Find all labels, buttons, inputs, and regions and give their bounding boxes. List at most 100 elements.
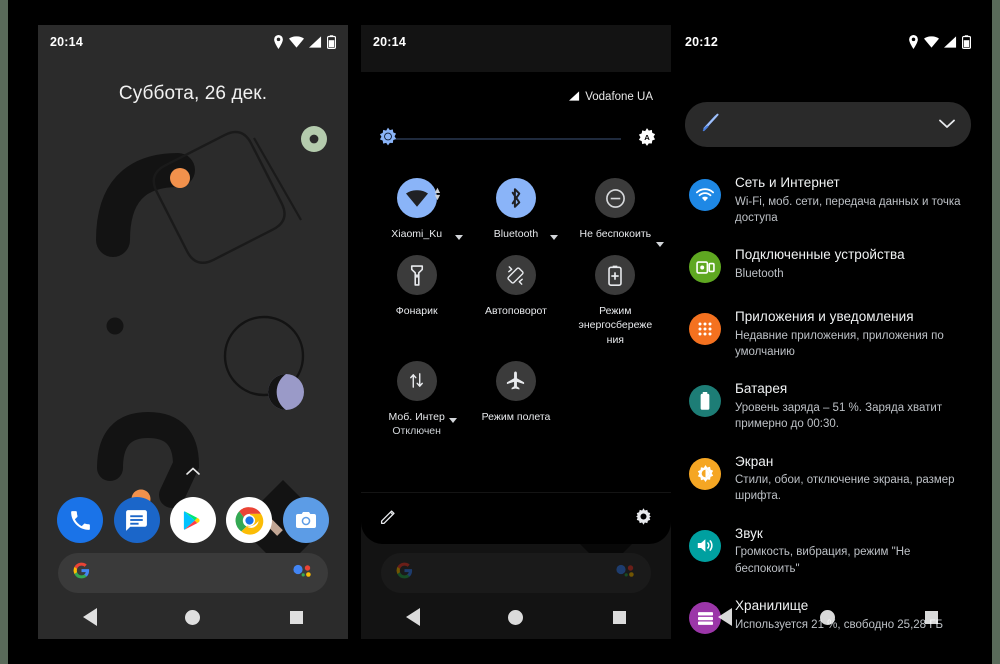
status-bar: 20:14 xyxy=(361,25,671,59)
google-assistant-icon[interactable] xyxy=(292,564,314,583)
qs-tile-auto-rotate[interactable]: Автоповорот xyxy=(466,251,565,347)
phone-home-screen: Суббота, 26 дек. 20:14 xyxy=(38,25,348,639)
back-button[interactable] xyxy=(700,595,750,639)
status-icons xyxy=(273,35,336,49)
gear-icon[interactable] xyxy=(634,507,653,531)
screenshot-stage: Суббота, 26 дек. 20:14 Vodafone UA A ▲ ▼… xyxy=(8,0,992,664)
settings-item-subtitle: Стили, обои, отключение экрана, размер ш… xyxy=(735,474,955,503)
settings-list: Сеть и Интернет Wi-Fi, моб. сети, переда… xyxy=(673,163,983,639)
qs-tile-label: Xiaomi_Ku xyxy=(391,228,443,240)
battery-saver-icon[interactable] xyxy=(595,255,636,296)
date-widget[interactable]: Суббота, 26 дек. xyxy=(38,83,348,105)
auto-rotate-icon[interactable] xyxy=(495,255,536,296)
qs-tile-flashlight[interactable]: Фонарик xyxy=(367,251,466,347)
qs-tile-label: Не беспокоить xyxy=(579,228,652,240)
home-button[interactable] xyxy=(803,595,853,639)
wifi-activity-icon: ▲ ▼ xyxy=(433,185,442,202)
brightness-slider[interactable]: A xyxy=(361,110,671,156)
auto-brightness-icon[interactable]: A xyxy=(637,127,657,152)
chevron-down-icon[interactable] xyxy=(939,116,955,134)
settings-item-display[interactable]: Экран Стили, обои, отключение экрана, ра… xyxy=(673,442,983,514)
settings-item-text: Экран Стили, обои, отключение экрана, ра… xyxy=(735,451,969,505)
home-button[interactable] xyxy=(168,595,218,639)
speaker-volume-icon xyxy=(689,529,721,562)
battery-icon xyxy=(962,35,971,49)
quick-settings-tiles: ▲ ▼ Xiaomi_Ku Bluetooth Не беспокоить Фо… xyxy=(361,156,671,438)
settings-item-battery[interactable]: Батарея Уровень заряда – 51 %. Заряда хв… xyxy=(673,369,983,441)
signal-icon xyxy=(944,36,957,48)
qs-tile-do-not-disturb[interactable]: Не беспокоить xyxy=(566,174,665,247)
dock-app-camera[interactable] xyxy=(282,497,329,543)
svg-text:A: A xyxy=(644,133,650,142)
mobile-data-icon[interactable] xyxy=(396,360,437,401)
crossed-pen-icon xyxy=(701,111,723,138)
bluetooth-icon[interactable] xyxy=(495,178,536,218)
airplane-icon[interactable] xyxy=(495,360,536,401)
signal-icon xyxy=(569,88,580,106)
recents-button[interactable] xyxy=(906,595,956,639)
qs-tile-sublabel: Отключен xyxy=(392,424,441,437)
status-clock: 20:12 xyxy=(685,35,718,49)
phone-settings: Сеть и Интернет Wi-Fi, моб. сети, переда… xyxy=(673,25,983,639)
settings-item-subtitle: Wi-Fi, моб. сети, передача данных и точк… xyxy=(735,195,961,224)
flashlight-icon[interactable] xyxy=(396,255,437,296)
quick-settings-screen: Vodafone UA A ▲ ▼ Xiaomi_Ku Bluetooth Не… xyxy=(361,25,671,639)
back-button[interactable] xyxy=(65,595,115,639)
status-icons xyxy=(908,35,971,49)
chevron-down-icon[interactable] xyxy=(449,417,457,423)
location-pin-icon xyxy=(908,35,919,49)
dock-app-messages[interactable] xyxy=(113,497,160,543)
app-drawer-chevron-icon[interactable] xyxy=(186,462,200,480)
recents-button[interactable] xyxy=(594,595,644,639)
recents-button[interactable] xyxy=(271,595,321,639)
settings-item-network[interactable]: Сеть и Интернет Wi-Fi, моб. сети, переда… xyxy=(673,163,983,235)
settings-item-subtitle: Уровень заряда – 51 %. Заряда хватит при… xyxy=(735,401,943,431)
qs-tile-battery-saver[interactable]: Режим энергосбережения xyxy=(566,251,665,347)
back-button[interactable] xyxy=(388,595,438,639)
dock xyxy=(38,489,348,551)
settings-item-title: Батарея xyxy=(735,381,788,397)
connected-devices-icon xyxy=(689,251,721,284)
chevron-down-icon[interactable] xyxy=(455,235,463,240)
qs-tile-wifi[interactable]: ▲ ▼ Xiaomi_Ku xyxy=(367,174,466,241)
signal-icon xyxy=(309,36,322,48)
navigation-bar xyxy=(361,595,671,639)
brightness-track[interactable] xyxy=(380,127,621,146)
do-not-disturb-icon[interactable] xyxy=(595,178,636,218)
status-bar: 20:14 xyxy=(38,25,348,59)
quick-settings-footer xyxy=(361,492,671,544)
settings-item-connected-devices[interactable]: Подключенные устройства Bluetooth xyxy=(673,235,983,297)
display-brightness-icon xyxy=(689,457,721,490)
settings-item-apps[interactable]: Приложения и уведомления Недавние прилож… xyxy=(673,297,983,369)
settings-screen: Сеть и Интернет Wi-Fi, моб. сети, переда… xyxy=(673,25,983,639)
battery-icon xyxy=(327,35,336,49)
google-search-bar[interactable] xyxy=(58,553,328,593)
wifi-icon xyxy=(689,179,721,211)
page-root: Суббота, 26 дек. 20:14 Vodafone UA A ▲ ▼… xyxy=(0,0,1000,664)
wifi-icon[interactable] xyxy=(396,178,437,218)
carrier-label: Vodafone UA xyxy=(585,91,653,103)
qs-tile-bluetooth[interactable]: Bluetooth xyxy=(466,174,565,241)
chevron-down-icon[interactable] xyxy=(655,242,664,247)
carrier-row: Vodafone UA xyxy=(361,72,671,110)
apps-grid-icon xyxy=(689,313,721,346)
chevron-down-icon[interactable] xyxy=(550,235,559,240)
settings-item-title: Сеть и Интернет xyxy=(735,175,840,190)
dock-app-phone[interactable] xyxy=(57,497,104,543)
qs-tile-mobile-data[interactable]: Моб. Интер Отключен xyxy=(367,357,466,438)
dock-app-play-store[interactable] xyxy=(169,497,216,543)
qs-tile-label: Режим полета xyxy=(481,410,551,423)
status-clock: 20:14 xyxy=(373,35,406,49)
settings-item-sound[interactable]: Звук Громкость, вибрация, режим "Не бесп… xyxy=(673,514,983,586)
brightness-icon[interactable] xyxy=(378,127,398,152)
settings-search-card[interactable] xyxy=(685,102,971,147)
settings-item-subtitle: Bluetooth xyxy=(735,267,784,280)
settings-item-title: Приложения и уведомления xyxy=(735,309,914,325)
settings-item-text: Батарея Уровень заряда – 51 %. Заряда хв… xyxy=(735,378,969,432)
home-button[interactable] xyxy=(491,595,541,639)
pencil-edit-icon[interactable] xyxy=(379,507,398,531)
status-bar: 20:12 xyxy=(673,25,983,59)
dock-app-chrome[interactable] xyxy=(226,497,273,543)
qs-tile-airplane-mode[interactable]: Режим полета xyxy=(466,357,565,438)
quick-settings-panel: Vodafone UA A ▲ ▼ Xiaomi_Ku Bluetooth Не… xyxy=(361,72,671,544)
